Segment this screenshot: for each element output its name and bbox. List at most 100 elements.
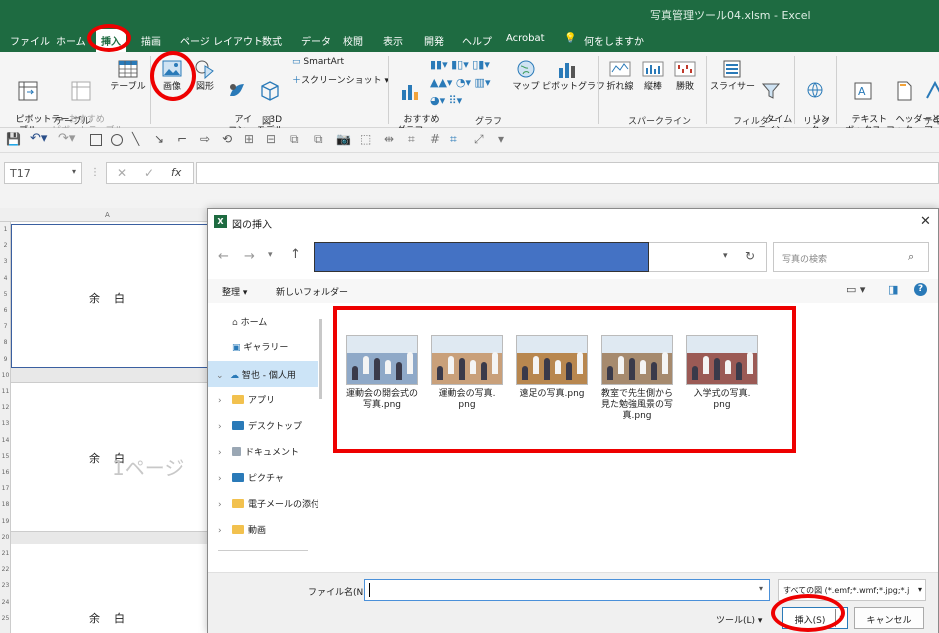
- filename-input[interactable]: ▾: [364, 579, 770, 601]
- group-objects-icon[interactable]: ⊟: [266, 132, 276, 146]
- view-options-icon[interactable]: ▭ ▾: [846, 283, 865, 296]
- chevron-down-icon[interactable]: ▾: [759, 584, 763, 593]
- cancel-formula-icon[interactable]: ✕: [117, 166, 127, 180]
- undo-icon[interactable]: ↶▾: [30, 131, 47, 146]
- row-header[interactable]: 9: [0, 356, 11, 363]
- row-header[interactable]: 22: [0, 566, 11, 573]
- row-header[interactable]: 23: [0, 582, 11, 589]
- row-header[interactable]: 3: [0, 258, 11, 265]
- camera-icon[interactable]: 📷: [336, 132, 351, 146]
- tab-help[interactable]: ヘルプ: [462, 33, 492, 48]
- confirm-formula-icon[interactable]: ✓: [144, 166, 154, 180]
- block-arrow-icon[interactable]: ⇨: [200, 132, 210, 146]
- nav-scrollbar[interactable]: [319, 319, 322, 399]
- grid-icon[interactable]: #: [430, 132, 440, 146]
- row-header[interactable]: 19: [0, 518, 11, 525]
- nav-documents[interactable]: › ドキュメント: [218, 445, 299, 465]
- row-header[interactable]: 16: [0, 469, 11, 476]
- tell-me-search[interactable]: 何をしますか: [584, 33, 644, 48]
- sparkline-winloss-button[interactable]: 勝敗: [670, 58, 700, 93]
- tab-formulas[interactable]: 数式: [262, 33, 282, 48]
- tab-review[interactable]: 校閲: [343, 33, 363, 48]
- tab-data[interactable]: データ: [301, 33, 331, 48]
- arrow-shape-icon[interactable]: ↘: [154, 132, 164, 146]
- sparkline-column-button[interactable]: 縦棒: [638, 58, 668, 93]
- nav-home[interactable]: ⌂ ホーム: [232, 315, 267, 335]
- row-header[interactable]: 6: [0, 307, 11, 314]
- nav-gallery[interactable]: ▣ ギャラリー: [232, 340, 288, 360]
- row-header[interactable]: 11: [0, 388, 11, 395]
- row-header[interactable]: 20: [0, 534, 11, 541]
- formula-input[interactable]: [196, 162, 939, 184]
- nav-pictures[interactable]: › ピクチャ: [218, 471, 284, 491]
- chart-type-gallery[interactable]: ▮▮▾ ▮▯▾ ▯▮▾ ▲▲▾ ◔▾ ▥▾ ◕▾ ⠿▾: [430, 56, 510, 110]
- refresh-icon[interactable]: ↻: [745, 249, 755, 263]
- worksheet[interactable]: A 1 2 3 4 5 6 7 8 9 10 11 12 13 14 15 16 17 18 19 20 21 22 23 2…: [0, 208, 210, 633]
- row-header[interactable]: 1: [0, 226, 11, 233]
- smartart-button[interactable]: ▭ SmartArt: [292, 57, 344, 68]
- forward-icon[interactable]: →: [244, 249, 255, 264]
- up-folder-icon[interactable]: ↑: [290, 247, 301, 262]
- new-folder-button[interactable]: 新しいフォルダー: [276, 285, 348, 298]
- align-icon[interactable]: ⊞: [244, 132, 254, 146]
- nav-email-attachments[interactable]: › 電子メールの添付: [218, 497, 318, 517]
- address-history-icon[interactable]: ▾: [723, 251, 728, 261]
- organize-button[interactable]: 整理 ▾: [222, 285, 247, 298]
- bring-forward-icon[interactable]: ⧉: [290, 132, 299, 147]
- tab-view[interactable]: 表示: [383, 33, 403, 48]
- row-header[interactable]: 24: [0, 599, 11, 606]
- back-icon[interactable]: ←: [218, 249, 229, 264]
- row-header[interactable]: 15: [0, 453, 11, 460]
- row-header[interactable]: 13: [0, 420, 11, 427]
- maps-button[interactable]: マップ: [512, 58, 540, 93]
- send-backward-icon[interactable]: ⧉: [314, 132, 323, 147]
- tab-developer[interactable]: 開発: [424, 33, 444, 48]
- select-objects-icon[interactable]: ⬚: [360, 132, 371, 146]
- tab-draw[interactable]: 描画: [141, 33, 161, 48]
- rotate-icon[interactable]: ⟲: [222, 132, 232, 146]
- name-box[interactable]: T17 ▾: [4, 162, 82, 184]
- tools-button[interactable]: ツール(L) ▾: [716, 613, 762, 626]
- elbow-connector-icon[interactable]: ⌐: [177, 132, 187, 146]
- tab-home[interactable]: ホーム: [56, 33, 86, 48]
- rectangle-shape-icon[interactable]: [90, 134, 102, 146]
- row-header[interactable]: 17: [0, 485, 11, 492]
- column-header-a[interactable]: A: [105, 211, 110, 219]
- oval-shape-icon[interactable]: [111, 134, 123, 146]
- snap-icon[interactable]: ⌗: [408, 132, 415, 147]
- preview-pane-icon[interactable]: ◨: [888, 283, 898, 296]
- nav-onedrive[interactable]: ⌄ ☁ 智也 - 個人用: [208, 361, 318, 387]
- row-header[interactable]: 10: [0, 372, 11, 379]
- address-bar-redacted[interactable]: [314, 242, 649, 272]
- redo-icon[interactable]: ↷▾: [58, 131, 75, 146]
- customize-toolbar-icon[interactable]: ▾: [498, 132, 504, 146]
- nav-desktop[interactable]: › デスクトップ: [218, 419, 302, 439]
- tab-acrobat[interactable]: Acrobat: [506, 33, 545, 44]
- row-header[interactable]: 7: [0, 323, 11, 330]
- tab-page-layout[interactable]: ページ レイアウト: [180, 33, 263, 48]
- row-header[interactable]: 25: [0, 615, 11, 622]
- close-icon[interactable]: ✕: [920, 214, 931, 229]
- pivot-chart-button[interactable]: ピボットグラフ: [542, 58, 605, 93]
- row-header[interactable]: 4: [0, 275, 11, 282]
- cancel-button[interactable]: キャンセル: [854, 607, 924, 629]
- screenshot-button[interactable]: ＋スクリーンショット ▾: [292, 76, 389, 87]
- row-header[interactable]: 18: [0, 501, 11, 508]
- crop-icon[interactable]: ⌗: [450, 132, 457, 147]
- row-header[interactable]: 5: [0, 291, 11, 298]
- table-button[interactable]: テーブル: [110, 58, 146, 93]
- compress-icon[interactable]: ⤢: [474, 132, 484, 147]
- row-header[interactable]: 12: [0, 404, 11, 411]
- nav-apps[interactable]: › アプリ: [218, 393, 275, 413]
- row-header[interactable]: 21: [0, 550, 11, 557]
- slicer-button[interactable]: スライサー: [710, 58, 755, 93]
- row-header[interactable]: 14: [0, 437, 11, 444]
- insert-function-icon[interactable]: fx: [171, 166, 181, 179]
- recent-locations-icon[interactable]: ▾: [268, 250, 273, 260]
- row-header[interactable]: 2: [0, 242, 11, 249]
- help-icon[interactable]: ?: [914, 283, 927, 296]
- line-shape-icon[interactable]: ╲: [132, 132, 139, 146]
- search-box[interactable]: 写真の検索 ⌕: [773, 242, 929, 272]
- row-header[interactable]: 8: [0, 339, 11, 346]
- nav-videos[interactable]: › 動画: [218, 523, 266, 543]
